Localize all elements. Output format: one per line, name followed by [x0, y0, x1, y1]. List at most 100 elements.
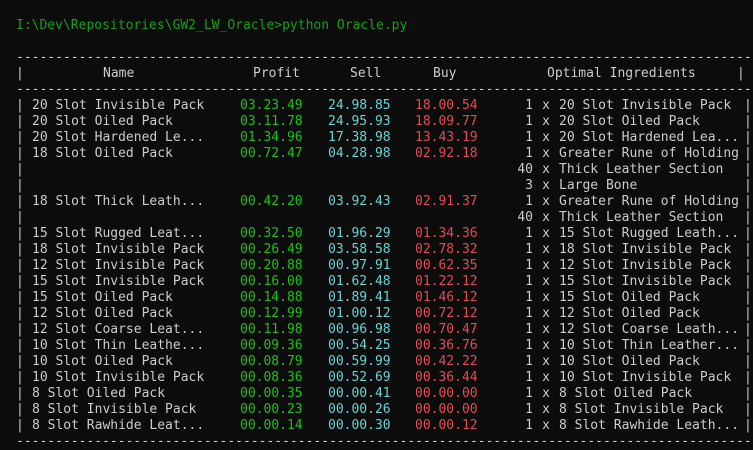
row-sell: 00.97.91	[328, 258, 391, 273]
row-name: 8 Slot Invisible Pack	[32, 402, 197, 417]
header-buy: Buy	[433, 66, 457, 81]
row-name: 10 Slot Oiled Pack	[32, 354, 173, 369]
ingredient-item: 20 Slot Hardened Lea...	[559, 130, 740, 145]
row-name: 12 Slot Invisible Pack	[32, 258, 205, 273]
row-right-border: |	[744, 178, 752, 193]
row-buy: 01.34.36	[415, 226, 478, 241]
row-left-border: |	[16, 322, 24, 337]
row-left-border: |	[16, 226, 24, 241]
ingredient-times: x	[542, 130, 550, 145]
table-row: | 8 Slot Rawhide Leat... 00.00.14 00.00.30 0…	[16, 418, 753, 434]
row-name: 18 Slot Oiled Pack	[32, 146, 173, 161]
row-left-border: |	[16, 146, 24, 161]
row-right-border: |	[744, 130, 752, 145]
ingredient-item: Large Bone	[559, 178, 638, 193]
table-row: | 15 Slot Oiled Pack 00.14.88 01.89.41 01.46…	[16, 290, 753, 306]
ingredient-times: x	[542, 322, 550, 337]
ingredient-item: 10 Slot Invisible Pack	[559, 370, 732, 385]
row-name: 10 Slot Thin Leathe...	[32, 338, 205, 353]
row-name: 12 Slot Coarse Leat...	[32, 322, 205, 337]
ingredient-item: 20 Slot Oiled Pack	[559, 114, 700, 129]
row-sell: 01.62.48	[328, 274, 391, 289]
row-sell: 17.38.98	[328, 130, 391, 145]
row-sell: 00.59.99	[328, 354, 391, 369]
row-right-border: |	[744, 194, 752, 209]
row-profit: 01.34.96	[240, 130, 303, 145]
row-buy: 00.00.00	[415, 386, 478, 401]
ingredient-qty: 1	[525, 370, 533, 385]
ingredient-item: 12 Slot Oiled Pack	[559, 306, 700, 321]
row-left-border: |	[16, 370, 24, 385]
ingredient-qty: 1	[525, 226, 533, 241]
row-sell: 01.89.41	[328, 290, 391, 305]
terminal-window[interactable]: I:\Dev\Repositories\GW2_LW_Oracle>python…	[0, 0, 753, 450]
ingredient-times: x	[542, 306, 550, 321]
table-row: | 20 Slot Oiled Pack 03.11.78 24.95.93 18.09…	[16, 114, 753, 130]
ingredient-item: Greater Rune of Holding	[559, 146, 740, 161]
ingredient-item: 8 Slot Invisible Pack	[559, 402, 724, 417]
row-name: 10 Slot Invisible Pack	[32, 370, 205, 385]
row-profit: 03.11.78	[240, 114, 303, 129]
row-sell: 24.95.93	[328, 114, 391, 129]
row-right-border: |	[744, 386, 752, 401]
ingredient-qty: 1	[525, 306, 533, 321]
row-buy: 00.62.35	[415, 258, 478, 273]
prompt-line: I:\Dev\Repositories\GW2_LW_Oracle>python…	[16, 18, 753, 34]
row-profit: 00.09.36	[240, 338, 303, 353]
row-sell: 00.54.25	[328, 338, 391, 353]
table-row: | 12 Slot Oiled Pack 00.12.99 01.00.12 00.72…	[16, 306, 753, 322]
table-row: | 20 Slot Invisible Pack 03.23.49 24.98.85 1…	[16, 98, 753, 114]
ingredient-qty: 1	[525, 402, 533, 417]
prompt-path: I:\Dev\Repositories\GW2_LW_Oracle>	[16, 18, 283, 33]
table-header: | Name Profit Sell Buy Optimal Ingredients |	[16, 66, 745, 81]
table-row: | 15 Slot Invisible Pack 00.16.00 01.62.48 0…	[16, 274, 753, 290]
row-right-border: |	[744, 146, 752, 161]
ingredient-item: 12 Slot Invisible Pack	[559, 258, 732, 273]
header-name: Name	[103, 66, 135, 81]
ingredient-item: 12 Slot Coarse Leath...	[559, 322, 740, 337]
ingredient-times: x	[542, 386, 550, 401]
ingredient-item: 15 Slot Rugged Leath...	[559, 226, 740, 241]
ingredient-item: 20 Slot Invisible Pack	[559, 98, 732, 113]
row-buy: 02.78.32	[415, 242, 478, 257]
ingredient-item: 8 Slot Rawhide Leath...	[559, 418, 740, 433]
row-sell: 00.52.69	[328, 370, 391, 385]
row-profit: 00.20.88	[240, 258, 303, 273]
row-name: 18 Slot Invisible Pack	[32, 242, 205, 257]
ingredient-times: x	[542, 274, 550, 289]
ingredient-times: x	[542, 354, 550, 369]
row-left-border: |	[16, 402, 24, 417]
ingredient-times: x	[542, 290, 550, 305]
ingredient-qty: 1	[525, 114, 533, 129]
row-buy: 00.00.00	[415, 402, 478, 417]
row-right-border: |	[744, 242, 752, 257]
ingredient-times: x	[542, 242, 550, 257]
row-right-border: |	[744, 226, 752, 241]
table-row: | 10 Slot Thin Leathe... 00.09.36 00.54.25 0…	[16, 338, 753, 354]
ingredient-item: 10 Slot Thin Leather...	[559, 338, 740, 353]
row-right-border: |	[744, 338, 752, 353]
row-left-border: |	[16, 114, 24, 129]
header-profit: Profit	[253, 66, 300, 81]
row-right-border: |	[744, 354, 752, 369]
row-left-border: |	[16, 98, 24, 113]
row-buy: 00.70.47	[415, 322, 478, 337]
row-sell: 01.96.29	[328, 226, 391, 241]
row-right-border: |	[744, 402, 752, 417]
row-profit: 00.42.20	[240, 194, 303, 209]
table-row: | 18 Slot Oiled Pack 00.72.47 04.28.98 02.92…	[16, 146, 753, 162]
row-buy: 00.42.22	[415, 354, 478, 369]
table-row: | 10 Slot Oiled Pack 00.08.79 00.59.99 00.42…	[16, 354, 753, 370]
table-body: | 20 Slot Invisible Pack 03.23.49 24.98.85 1…	[16, 98, 753, 434]
row-profit: 00.00.23	[240, 402, 303, 417]
ingredient-item: 18 Slot Invisible Pack	[559, 242, 732, 257]
row-left-border: |	[16, 178, 24, 193]
ingredient-times: x	[542, 258, 550, 273]
ingredient-qty: 1	[525, 274, 533, 289]
row-name: 15 Slot Rugged Leat...	[32, 226, 205, 241]
ingredient-item: 15 Slot Oiled Pack	[559, 290, 700, 305]
ingredient-times: x	[542, 402, 550, 417]
row-buy: 18.09.77	[415, 114, 478, 129]
ingredient-qty: 1	[525, 146, 533, 161]
